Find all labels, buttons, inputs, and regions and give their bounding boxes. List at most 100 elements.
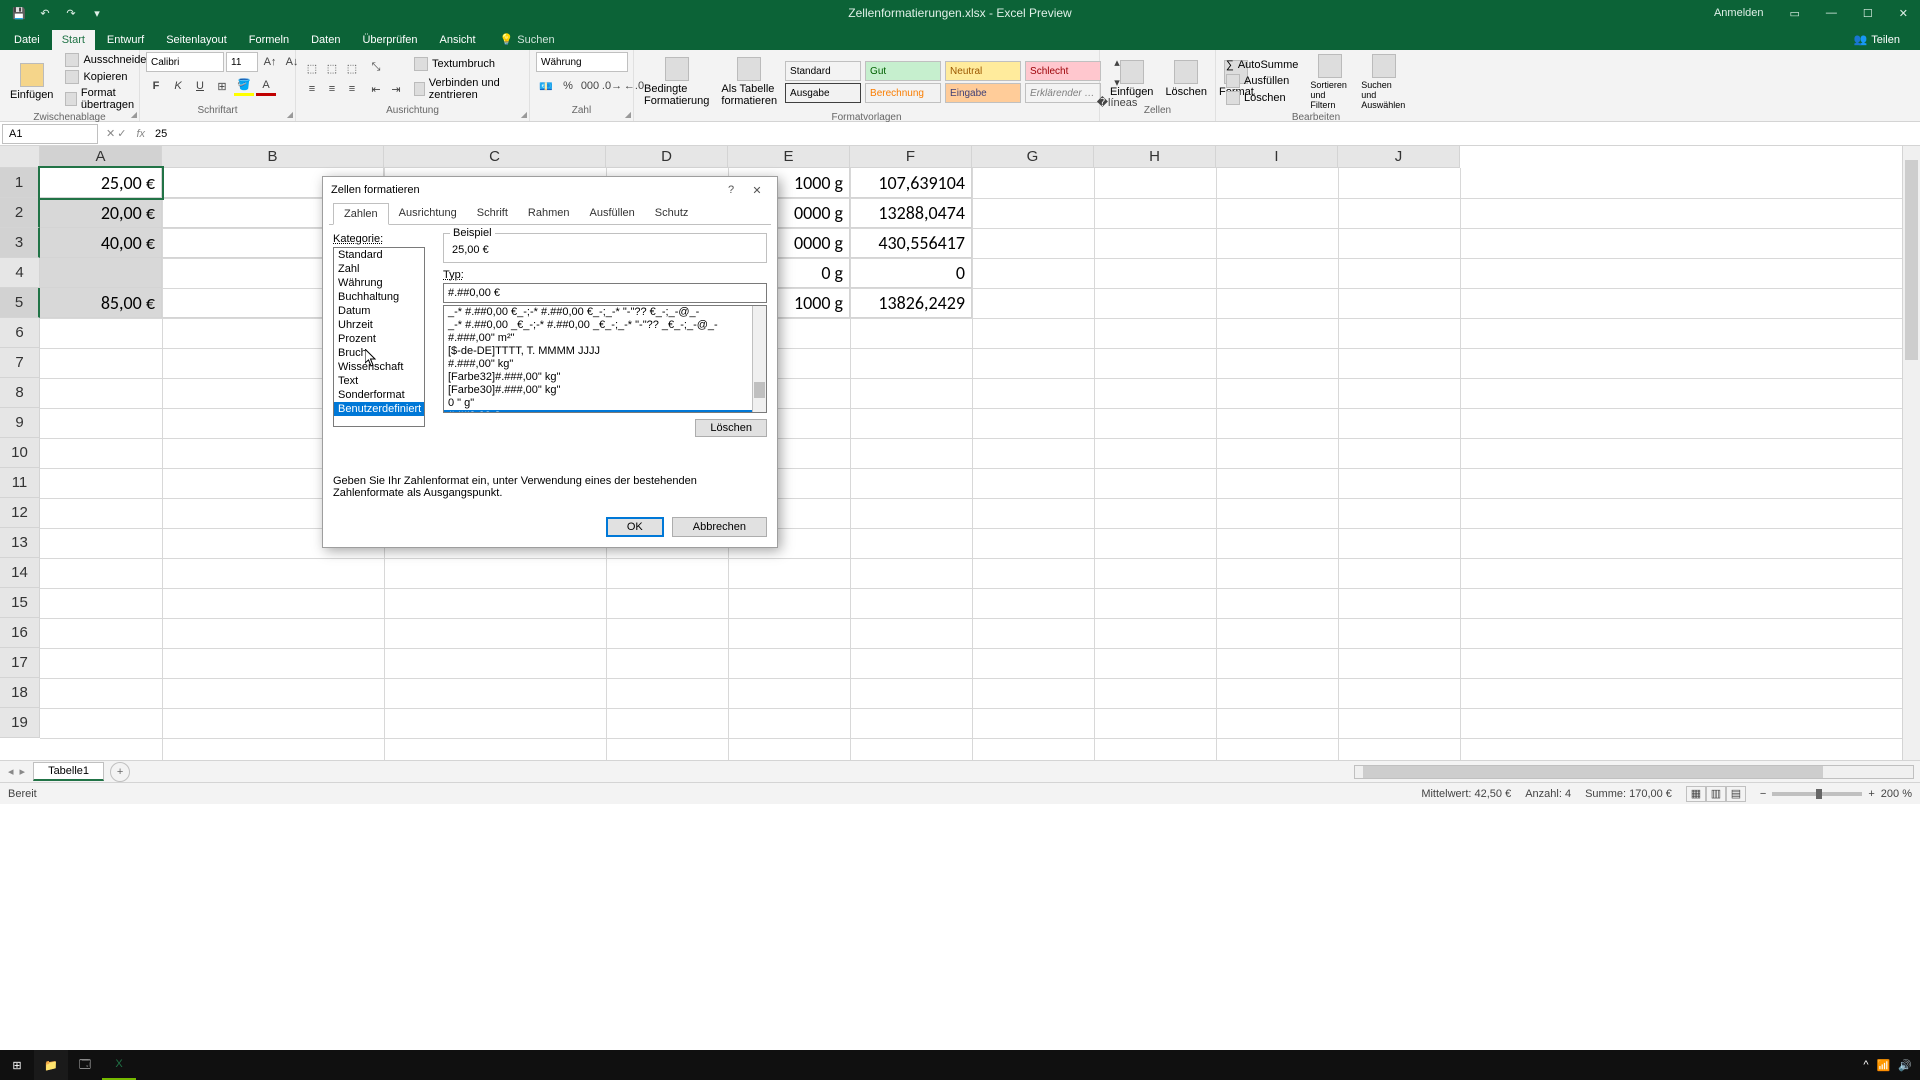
cell-F2[interactable]: 13288,0474	[850, 198, 972, 228]
bold-button[interactable]: F	[146, 76, 166, 96]
row-header-11[interactable]: 11	[0, 468, 40, 498]
fill-button[interactable]: Ausfüllen	[1222, 73, 1302, 89]
style-berechnung[interactable]: Berechnung	[865, 83, 941, 103]
dlg-tab-schrift[interactable]: Schrift	[467, 203, 518, 224]
sort-filter-button[interactable]: Sortieren und Filtern	[1306, 52, 1353, 112]
tab-seitenlayout[interactable]: Seitenlayout	[156, 30, 237, 50]
select-all-corner[interactable]	[0, 146, 40, 168]
row-header-10[interactable]: 10	[0, 438, 40, 468]
tab-start[interactable]: Start	[52, 30, 95, 50]
tab-datei[interactable]: Datei	[4, 30, 50, 50]
autosum-button[interactable]: ∑AutoSumme	[1222, 58, 1302, 72]
cancel-formula-icon[interactable]: ✕	[106, 127, 115, 140]
type-item[interactable]: #.###,00" kg"	[444, 358, 766, 371]
type-item[interactable]: _-* #.##0,00 _€_-;-* #.##0,00 _€_-;_-* "…	[444, 319, 766, 332]
type-item[interactable]: [Farbe30]#.###,00" kg"	[444, 384, 766, 397]
save-icon[interactable]: 💾	[8, 2, 30, 24]
delete-format-button[interactable]: Löschen	[695, 419, 767, 437]
redo-icon[interactable]: ↷	[60, 2, 82, 24]
style-erklaerend[interactable]: Erklärender …	[1025, 83, 1101, 103]
category-item[interactable]: Prozent	[334, 332, 424, 346]
style-schlecht[interactable]: Schlecht	[1025, 61, 1101, 81]
col-header-D[interactable]: D	[606, 146, 728, 168]
fx-icon[interactable]: fx	[132, 128, 149, 140]
name-box[interactable]: A1	[2, 124, 98, 144]
font-name-combo[interactable]: Calibri	[146, 52, 224, 72]
vertical-scrollbar[interactable]	[1902, 146, 1920, 760]
category-item[interactable]: Benutzerdefiniert	[334, 402, 424, 416]
type-list-scrollbar[interactable]	[752, 306, 766, 412]
type-item[interactable]: [Farbe32]#.###,00" kg"	[444, 371, 766, 384]
row-header-5[interactable]: 5	[0, 288, 40, 318]
tab-ansicht[interactable]: Ansicht	[430, 30, 486, 50]
col-header-I[interactable]: I	[1216, 146, 1338, 168]
cell-styles-gallery[interactable]: Standard Gut Neutral Schlecht Ausgabe Be…	[785, 61, 1103, 103]
type-item[interactable]: #.##0,00 €	[444, 410, 766, 413]
cell-A1[interactable]: 25,00 €	[40, 168, 162, 198]
page-break-view-icon[interactable]: ▤	[1726, 786, 1746, 802]
format-as-table-button[interactable]: Als Tabelle formatieren	[717, 55, 781, 109]
help-icon[interactable]: ?	[719, 180, 743, 200]
sheet-tab[interactable]: Tabelle1	[33, 762, 104, 781]
increase-decimal-icon[interactable]: .0→	[602, 76, 622, 96]
style-ausgabe[interactable]: Ausgabe	[785, 83, 861, 103]
cell-A4[interactable]	[40, 258, 162, 288]
enter-formula-icon[interactable]: ✓	[117, 127, 126, 140]
orientation-icon[interactable]: ⤡	[366, 58, 386, 78]
tab-daten[interactable]: Daten	[301, 30, 350, 50]
col-header-E[interactable]: E	[728, 146, 850, 168]
font-size-combo[interactable]: 11	[226, 52, 258, 72]
col-header-H[interactable]: H	[1094, 146, 1216, 168]
delete-cells-button[interactable]: Löschen	[1161, 58, 1211, 100]
category-item[interactable]: Buchhaltung	[334, 290, 424, 304]
network-icon[interactable]: 📶	[1877, 1059, 1891, 1072]
share-button[interactable]: 👥 Teilen	[1844, 29, 1910, 50]
category-item[interactable]: Bruch	[334, 346, 424, 360]
align-center-icon[interactable]: ≡	[322, 79, 342, 99]
col-header-A[interactable]: A	[40, 146, 162, 168]
category-item[interactable]: Wissenschaft	[334, 360, 424, 374]
align-left-icon[interactable]: ≡	[302, 79, 322, 99]
zoom-level[interactable]: 200 %	[1881, 788, 1912, 800]
horizontal-scrollbar[interactable]	[1354, 765, 1914, 779]
type-item[interactable]: _-* #.##0,00 €_-;-* #.##0,00 €_-;_-* "-"…	[444, 306, 766, 319]
style-eingabe[interactable]: Eingabe	[945, 83, 1021, 103]
cell-A2[interactable]: 20,00 €	[40, 198, 162, 228]
new-sheet-icon[interactable]: +	[110, 762, 130, 782]
increase-indent-icon[interactable]: ⇥	[386, 80, 406, 100]
ok-button[interactable]: OK	[606, 517, 664, 537]
dialog-launcher-icon[interactable]: ◢	[521, 110, 527, 119]
minimize-icon[interactable]: —	[1814, 0, 1849, 26]
accounting-format-icon[interactable]: 💶	[536, 76, 556, 96]
zoom-control[interactable]: −+200 %	[1760, 788, 1912, 800]
tray-up-icon[interactable]: ^	[1863, 1059, 1868, 1071]
category-item[interactable]: Währung	[334, 276, 424, 290]
tab-formeln[interactable]: Formeln	[239, 30, 299, 50]
number-format-combo[interactable]: Währung	[536, 52, 628, 72]
cell-A3[interactable]: 40,00 €	[40, 228, 162, 258]
cell-F3[interactable]: 430,556417	[850, 228, 972, 258]
category-item[interactable]: Standard	[334, 248, 424, 262]
dialog-launcher-icon[interactable]: ◢	[287, 110, 293, 119]
row-header-9[interactable]: 9	[0, 408, 40, 438]
style-neutral[interactable]: Neutral	[945, 61, 1021, 81]
cell-F1[interactable]: 107,639104	[850, 168, 972, 198]
sheet-nav-prev-icon[interactable]: ◂	[8, 765, 14, 778]
row-header-3[interactable]: 3	[0, 228, 40, 258]
percent-format-icon[interactable]: %	[558, 76, 578, 96]
tell-me-search[interactable]: 💡 Suchen	[496, 29, 559, 50]
merge-center-button[interactable]: Verbinden und zentrieren	[410, 76, 523, 102]
row-header-2[interactable]: 2	[0, 198, 40, 228]
page-layout-view-icon[interactable]: ▥	[1706, 786, 1726, 802]
align-right-icon[interactable]: ≡	[342, 79, 362, 99]
row-header-1[interactable]: 1	[0, 168, 40, 198]
sheet-nav-next-icon[interactable]: ▸	[20, 765, 26, 778]
comma-format-icon[interactable]: 000	[580, 76, 600, 96]
row-header-16[interactable]: 16	[0, 618, 40, 648]
excel-taskbar-icon[interactable]: X	[102, 1050, 136, 1080]
border-button[interactable]: ⊞	[212, 76, 232, 96]
row-header-12[interactable]: 12	[0, 498, 40, 528]
paste-button[interactable]: Einfügen	[6, 61, 57, 103]
cancel-button[interactable]: Abbrechen	[672, 517, 767, 537]
system-tray[interactable]: ^📶🔊	[1863, 1059, 1920, 1072]
